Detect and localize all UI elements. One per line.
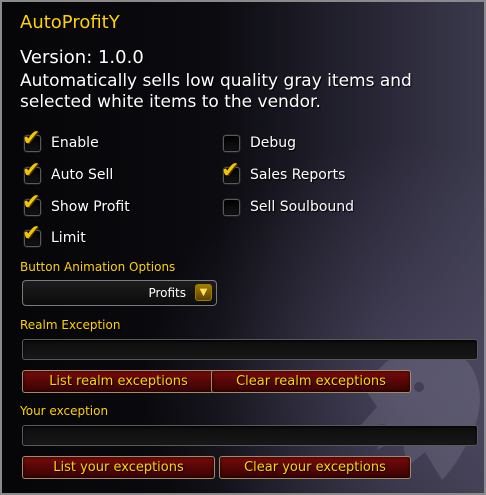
sell-soulbound-label: Sell Soulbound xyxy=(250,199,355,215)
checkmark-icon: ✔ xyxy=(22,125,41,151)
sell-soulbound-checkbox[interactable]: ✔ Sell Soulbound xyxy=(223,196,354,218)
dropdown-value: Profits xyxy=(148,286,186,300)
auto-sell-label: Auto Sell xyxy=(51,167,114,183)
checkbox-box[interactable]: ✔ xyxy=(22,127,41,152)
limit-checkbox[interactable]: ✔ Limit xyxy=(22,222,86,249)
limit-label: Limit xyxy=(51,230,86,246)
clear-your-exceptions-button[interactable]: Clear your exceptions xyxy=(219,456,411,479)
checkmark-icon: ✔ xyxy=(22,220,41,246)
debug-checkbox[interactable]: ✔ Debug xyxy=(223,132,296,154)
checkbox-box[interactable]: ✔ xyxy=(221,159,240,184)
version-text: Version: 1.0.0 xyxy=(20,47,144,68)
animation-options-label: Button Animation Options xyxy=(20,260,176,274)
checkmark-icon: ✔ xyxy=(22,157,41,183)
dropdown-arrow-icon[interactable]: ▼ xyxy=(195,284,212,301)
checkmark-icon: ✔ xyxy=(221,157,240,183)
show-profit-checkbox[interactable]: ✔ Show Profit xyxy=(22,191,130,218)
animation-dropdown[interactable]: Profits ▼ xyxy=(22,280,217,306)
list-realm-exceptions-button[interactable]: List realm exceptions xyxy=(22,370,215,393)
debug-label: Debug xyxy=(250,135,297,151)
enable-label: Enable xyxy=(51,135,99,151)
description-text: Automatically sells low quality gray ite… xyxy=(20,71,412,112)
checkbox-box[interactable]: ✔ xyxy=(22,191,41,216)
realm-exception-input[interactable] xyxy=(22,339,478,360)
enable-checkbox[interactable]: ✔ Enable xyxy=(22,127,99,154)
realm-exception-label: Realm Exception xyxy=(20,318,121,332)
checkbox-box[interactable]: ✔ xyxy=(22,222,41,247)
show-profit-label: Show Profit xyxy=(51,199,130,215)
addon-title: AutoProfitY xyxy=(20,12,120,33)
checkmark-icon: ✔ xyxy=(22,189,41,215)
your-exception-label: Your exception xyxy=(20,404,109,418)
auto-sell-checkbox[interactable]: ✔ Auto Sell xyxy=(22,159,114,186)
your-exception-input[interactable] xyxy=(22,425,478,446)
checkbox-box[interactable]: ✔ xyxy=(22,159,41,184)
sales-reports-checkbox[interactable]: ✔ Sales Reports xyxy=(221,159,346,186)
clear-realm-exceptions-button[interactable]: Clear realm exceptions xyxy=(211,370,411,393)
checkbox-box[interactable]: ✔ xyxy=(223,134,240,152)
checkbox-box[interactable]: ✔ xyxy=(223,198,240,216)
options-panel: AutoProfitY Version: 1.0.0 Automatically… xyxy=(0,0,486,495)
list-your-exceptions-button[interactable]: List your exceptions xyxy=(22,456,215,479)
sales-reports-label: Sales Reports xyxy=(250,167,346,183)
